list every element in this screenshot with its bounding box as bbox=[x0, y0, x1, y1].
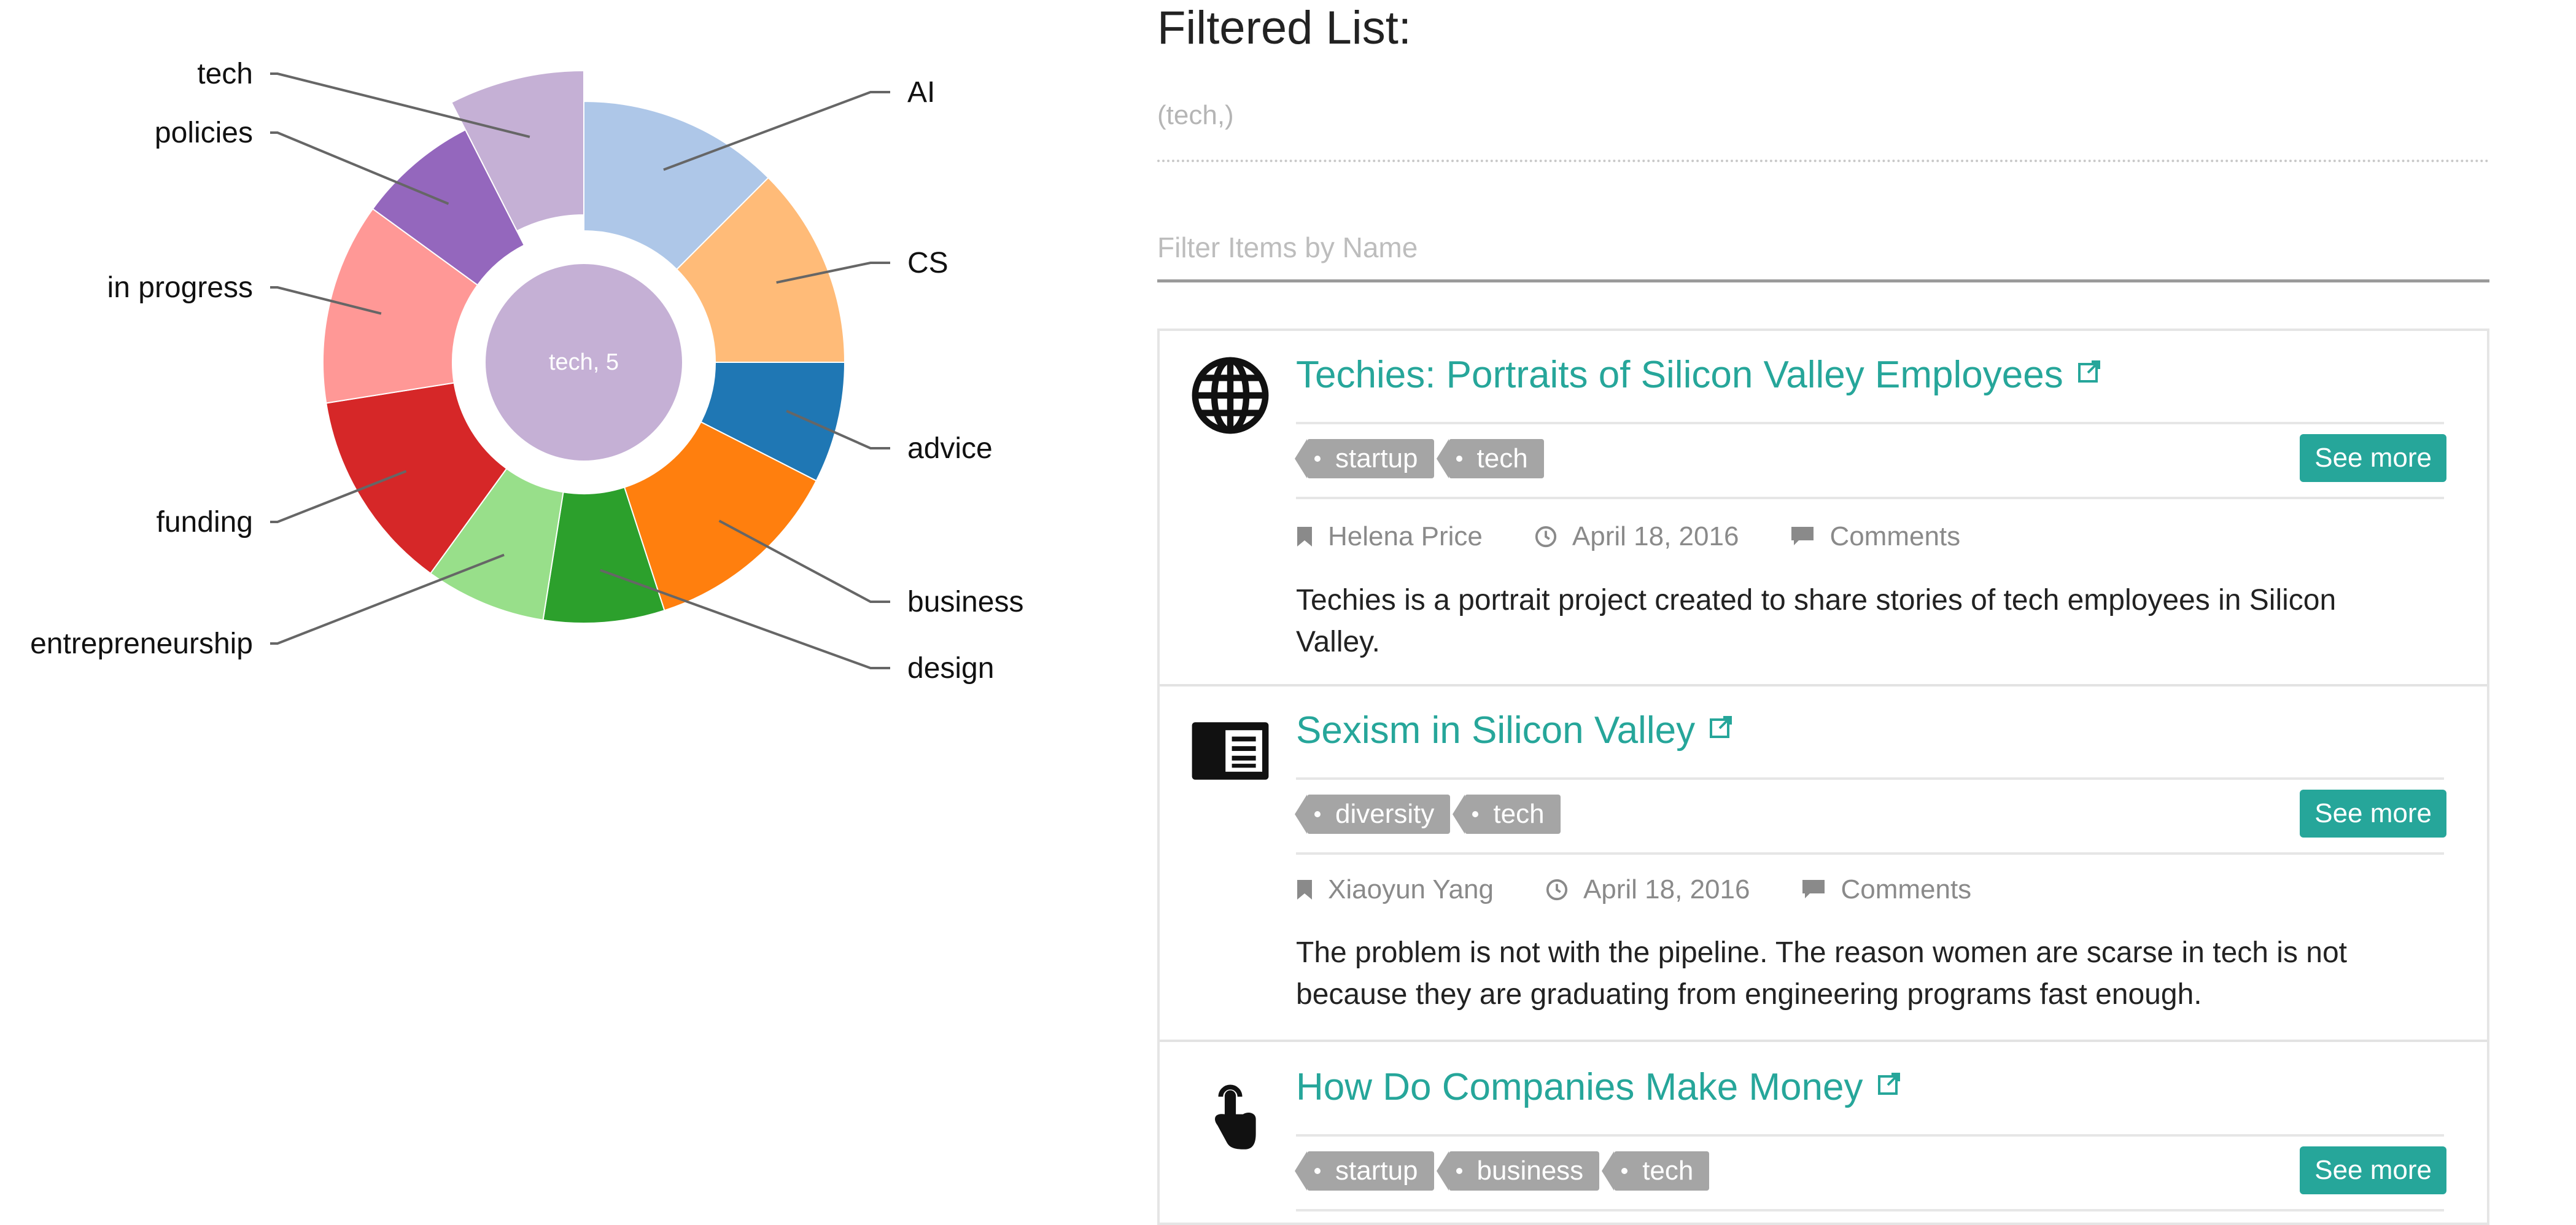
item-divider bbox=[1296, 777, 2444, 780]
selection-text: (tech,) bbox=[1157, 100, 1234, 130]
tag[interactable]: tech bbox=[1602, 1151, 1710, 1191]
item-title-link[interactable]: Techies: Portraits of Silicon Valley Emp… bbox=[1296, 349, 2101, 397]
item-title-link[interactable]: How Do Companies Make Money bbox=[1296, 1062, 1901, 1109]
tag[interactable]: tech bbox=[1436, 439, 1544, 478]
bookmark-icon bbox=[1297, 880, 1312, 900]
list-item: Techies: Portraits of Silicon Valley Emp… bbox=[1160, 331, 2487, 684]
item-title-link[interactable]: Sexism in Silicon Valley bbox=[1296, 705, 1733, 752]
item-description: Techies is a portrait project created to… bbox=[1296, 584, 2337, 658]
comment-icon bbox=[1802, 880, 1825, 898]
article-icon bbox=[1190, 711, 1270, 791]
comments-link[interactable]: Comments bbox=[1790, 521, 1960, 552]
tag[interactable]: diversity bbox=[1294, 795, 1451, 834]
author-name: Xiaoyun Yang bbox=[1328, 874, 1494, 904]
chart-label-policies: policies bbox=[155, 117, 253, 149]
item-title-text: Sexism in Silicon Valley bbox=[1296, 709, 1696, 752]
tag-list: startup tech bbox=[1295, 439, 1544, 480]
chart-label-funding: funding bbox=[157, 506, 253, 539]
chart-label-tech: tech bbox=[197, 58, 253, 90]
globe-icon bbox=[1190, 356, 1270, 435]
list-item: Sexism in Silicon Valley diversity tech … bbox=[1160, 686, 2487, 1040]
item-divider bbox=[1296, 497, 2444, 499]
touch-icon bbox=[1190, 1073, 1270, 1153]
chart-center-label: tech, 5 bbox=[549, 349, 619, 375]
chart-label-advice: advice bbox=[907, 432, 993, 465]
tag[interactable]: business bbox=[1436, 1151, 1600, 1191]
chart-label-design: design bbox=[907, 652, 994, 685]
author: Xiaoyun Yang bbox=[1296, 874, 1494, 905]
chart-label-CS: CS bbox=[907, 247, 949, 279]
comments-link[interactable]: Comments bbox=[1801, 874, 1971, 905]
filter-input[interactable] bbox=[1157, 215, 2489, 282]
item-title-text: How Do Companies Make Money bbox=[1296, 1066, 1863, 1108]
external-link-icon[interactable] bbox=[1877, 1062, 1901, 1105]
comment-icon bbox=[1791, 527, 1814, 545]
leader-line-design bbox=[599, 569, 890, 669]
item-divider bbox=[1296, 1134, 2444, 1137]
see-more-button[interactable]: See more bbox=[2300, 434, 2446, 482]
tag[interactable]: startup bbox=[1295, 439, 1434, 478]
item-meta: Helena Price April 18, 2016 Comments bbox=[1296, 521, 2012, 552]
date: April 18, 2016 bbox=[1534, 521, 1739, 552]
sunburst-chart: AI CS advice business design entrepreneurship… bbox=[30, 58, 1023, 685]
bookmark-icon bbox=[1297, 527, 1312, 546]
item-description: The problem is not with the pipeline. Th… bbox=[1296, 936, 2348, 1011]
see-more-button[interactable]: See more bbox=[2300, 1146, 2446, 1194]
comments-text: Comments bbox=[1829, 521, 1961, 551]
tag-list: startup business tech bbox=[1295, 1151, 1710, 1192]
leader-line-entrepreneurship bbox=[270, 553, 505, 645]
external-link-icon[interactable] bbox=[1709, 705, 1733, 749]
tag[interactable]: tech bbox=[1453, 795, 1561, 834]
item-divider bbox=[1296, 422, 2444, 424]
page-title: Filtered List: bbox=[1157, 2, 1411, 54]
item-divider bbox=[1296, 1209, 2444, 1211]
clock-icon bbox=[1546, 879, 1568, 901]
item-meta: Xiaoyun Yang April 18, 2016 Comments bbox=[1296, 874, 2023, 905]
list-item: How Do Companies Make Money startup busi… bbox=[1160, 1042, 2487, 1223]
date-text: April 18, 2016 bbox=[1572, 521, 1739, 551]
selection-divider bbox=[1157, 160, 2489, 162]
see-more-button[interactable]: See more bbox=[2300, 790, 2446, 838]
item-list[interactable]: Techies: Portraits of Silicon Valley Emp… bbox=[1157, 329, 2489, 1225]
chart-label-entrepreneurship: entrepreneurship bbox=[30, 628, 253, 660]
tag[interactable]: startup bbox=[1295, 1151, 1434, 1191]
author-name: Helena Price bbox=[1328, 521, 1483, 551]
item-title-text: Techies: Portraits of Silicon Valley Emp… bbox=[1296, 354, 2063, 396]
author: Helena Price bbox=[1296, 521, 1483, 552]
chart-label-in-progress: in progress bbox=[107, 271, 253, 304]
comments-text: Comments bbox=[1841, 874, 1972, 904]
tag-list: diversity tech bbox=[1294, 795, 1561, 835]
item-divider bbox=[1296, 852, 2444, 855]
date: April 18, 2016 bbox=[1545, 874, 1750, 905]
chart-label-AI: AI bbox=[907, 76, 935, 109]
external-link-icon[interactable] bbox=[2077, 349, 2101, 393]
chart-label-business: business bbox=[907, 586, 1023, 618]
date-text: April 18, 2016 bbox=[1583, 874, 1750, 904]
clock-icon bbox=[1535, 526, 1557, 548]
